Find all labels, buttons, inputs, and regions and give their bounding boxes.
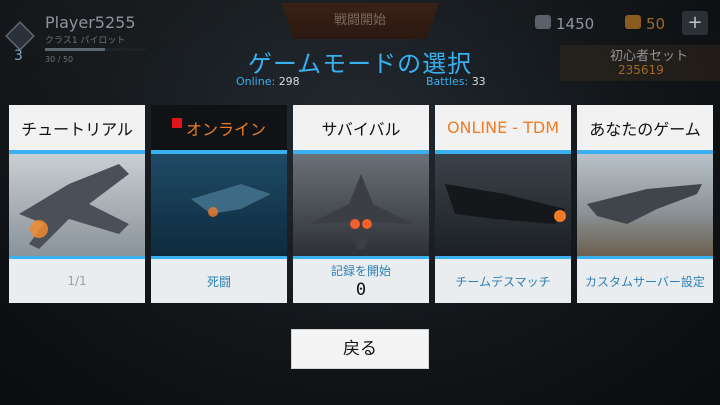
mode-footer: チームデスマッチ (435, 259, 571, 303)
mode-card-online-tdm[interactable]: ONLINE - TDM チームデスマッチ (435, 105, 571, 303)
mode-label: サバイバル (293, 105, 429, 150)
mode-card-survival[interactable]: サバイバル 記録を開始 0 (293, 105, 429, 303)
silver-coins-icon (535, 15, 551, 29)
battles-value: 33 (471, 75, 486, 88)
page-title: ゲームモードの選択 (247, 50, 473, 78)
mode-card-online[interactable]: オンライン 死闘 (151, 105, 287, 303)
mode-footer-text: 記録を開始 (330, 264, 391, 278)
battles-stat: Battles: 33 (426, 75, 486, 88)
silver-amount: 1450 (556, 15, 595, 33)
mode-label-text: オンライン (185, 119, 266, 139)
online-label: Online: (236, 75, 276, 88)
mode-label: ONLINE - TDM (435, 105, 571, 150)
mode-footer-text: チームデスマッチ (455, 274, 551, 289)
mode-cards: チュートリアル 1/1 オンライン 死闘 サバイバル 記録を開始 0 ONLIN… (9, 105, 713, 303)
jet-image (435, 154, 571, 256)
mode-footer: 1/1 (9, 259, 145, 303)
mode-label: オンライン (151, 105, 287, 150)
jet-image (293, 154, 429, 256)
add-currency-button[interactable]: + (682, 11, 708, 35)
mode-footer: 記録を開始 0 (293, 259, 429, 303)
mode-footer-text: 死闘 (206, 274, 231, 289)
mode-footer: 死闘 (151, 259, 287, 303)
player-name[interactable]: Player5255 (45, 13, 136, 32)
mode-footer: カスタムサーバー設定 (577, 259, 713, 303)
jet-image (151, 154, 287, 256)
battle-start-button[interactable]: 戦闘開始 (281, 3, 439, 39)
record-value: 0 (355, 280, 367, 300)
gold-coins-icon (625, 15, 641, 29)
jet-image (9, 154, 145, 256)
online-stat: Online: 298 (236, 75, 300, 88)
back-button[interactable]: 戻る (291, 329, 429, 369)
mode-label: チュートリアル (9, 105, 145, 150)
battles-label: Battles: (426, 75, 469, 88)
gold-amount: 50 (646, 15, 666, 33)
mode-card-custom-game[interactable]: あなたのゲーム カスタムサーバー設定 (577, 105, 713, 303)
live-indicator-icon (171, 117, 182, 128)
mode-label: あなたのゲーム (577, 105, 713, 150)
jet-image (577, 154, 713, 256)
mode-footer-text: カスタムサーバー設定 (585, 274, 705, 289)
mode-footer-text: 1/1 (67, 274, 87, 288)
mode-card-tutorial[interactable]: チュートリアル 1/1 (9, 105, 145, 303)
online-value: 298 (278, 75, 300, 88)
